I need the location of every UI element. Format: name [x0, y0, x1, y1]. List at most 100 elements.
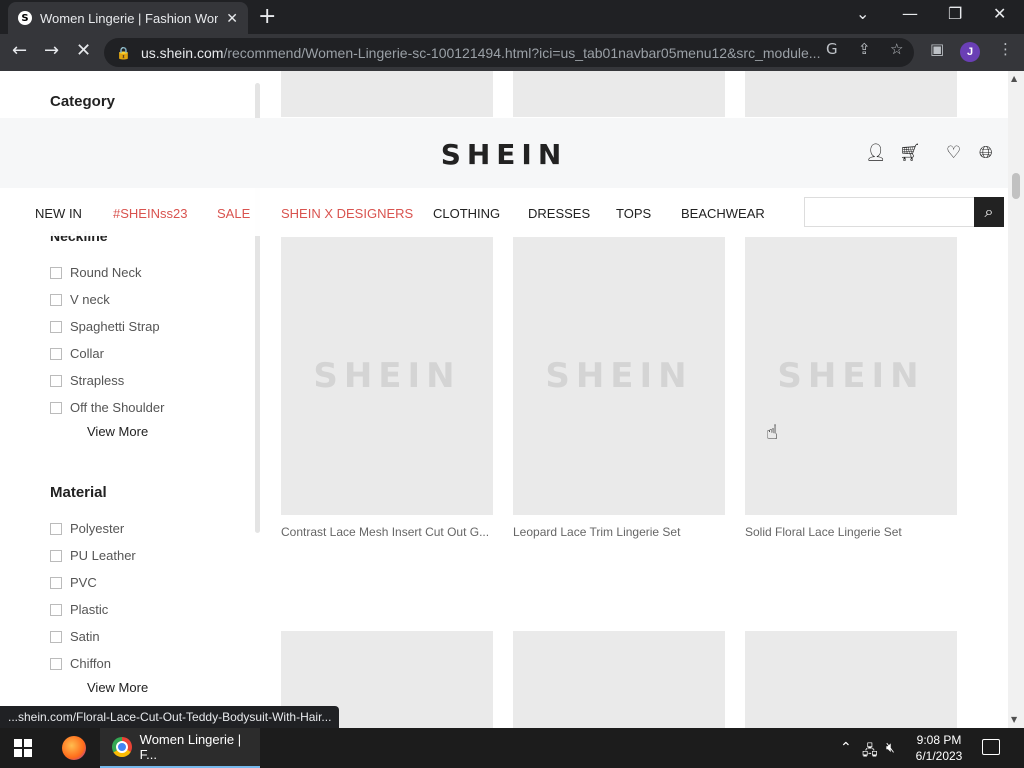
checkbox[interactable] — [50, 603, 62, 616]
page-viewport: Category Neckline Round Neck V neck Spag… — [0, 71, 1008, 728]
link-status-bubble: ...shein.com/Floral-Lace-Cut-Out-Teddy-B… — [0, 706, 340, 728]
window-close-icon[interactable]: ✕ — [993, 4, 1006, 23]
checkbox[interactable] — [50, 549, 62, 562]
wishlist-heart-icon[interactable]: ♡ — [946, 143, 961, 163]
url-host: us.shein.com — [140, 44, 224, 61]
tab-title: Women Lingerie | Fashion Wome — [40, 10, 219, 26]
filter-pvc[interactable]: PVC — [50, 575, 97, 590]
filter-v-neck[interactable]: V neck — [50, 292, 110, 307]
checkbox[interactable] — [50, 293, 62, 306]
filter-round-neck[interactable]: Round Neck — [50, 265, 142, 280]
side-panel-icon[interactable]: ▣ — [930, 40, 944, 58]
volume-muted-icon[interactable]: 🔇︎ — [886, 740, 895, 756]
minimize-icon[interactable]: — — [902, 4, 918, 23]
shein-logo[interactable]: SHEIN — [0, 138, 1008, 171]
share-icon[interactable]: ⇪ — [858, 40, 871, 58]
filter-chiffon[interactable]: Chiffon — [50, 656, 111, 671]
system-clock[interactable]: 9:08 PM 6/1/2023 — [906, 732, 972, 764]
url-path: /recommend/Women-Lingerie-sc-100121494.h… — [223, 44, 821, 61]
category-title[interactable]: Category — [50, 93, 115, 110]
filter-pu-leather[interactable]: PU Leather — [50, 548, 136, 563]
address-bar[interactable]: 🔒 us.shein.com /recommend/Women-Lingerie… — [104, 38, 914, 67]
product-name-link[interactable]: Contrast Lace Mesh Insert Cut Out G... — [281, 525, 493, 539]
scroll-up-icon[interactable]: ▲ — [1011, 74, 1017, 83]
product-image[interactable] — [745, 631, 957, 728]
nav-new-in[interactable]: NEW IN — [35, 206, 82, 221]
product-name-link[interactable]: Solid Floral Lace Lingerie Set — [745, 525, 957, 539]
material-view-more-link[interactable]: View More — [87, 680, 148, 695]
product-image[interactable] — [513, 631, 725, 728]
cart-icon[interactable]: 🛒︎ — [899, 143, 921, 163]
clock-date: 6/1/2023 — [915, 749, 963, 763]
clock-time: 9:08 PM — [916, 733, 962, 747]
filter-satin[interactable]: Satin — [50, 629, 100, 644]
filter-spaghetti-strap[interactable]: Spaghetti Strap — [50, 319, 160, 334]
filter-off-the-shoulder[interactable]: Off the Shoulder — [50, 400, 164, 415]
network-icon[interactable]: 🖧 — [862, 740, 878, 764]
filter-polyester[interactable]: Polyester — [50, 521, 124, 536]
checkbox[interactable] — [50, 374, 62, 387]
browser-menu-icon[interactable]: ⋮ — [998, 40, 1013, 58]
checkbox[interactable] — [50, 401, 62, 414]
chrome-icon — [112, 737, 132, 757]
taskbar-chrome-label: Women Lingerie | F... — [139, 732, 242, 762]
scroll-thumb[interactable] — [1012, 173, 1020, 199]
notification-center-icon[interactable] — [982, 739, 1000, 755]
firefox-icon[interactable] — [62, 736, 86, 760]
checkbox[interactable] — [50, 576, 62, 589]
checkbox[interactable] — [50, 630, 62, 643]
checkbox[interactable] — [50, 320, 62, 333]
new-tab-icon[interactable]: + — [258, 4, 276, 29]
checkbox[interactable] — [50, 266, 62, 279]
shein-placeholder-logo: SHEIN — [313, 356, 461, 396]
globe-icon[interactable]: 🌐︎ — [979, 143, 993, 163]
product-image[interactable]: SHEIN — [745, 237, 957, 515]
google-lens-icon[interactable]: G — [826, 40, 838, 58]
product-image[interactable]: SHEIN — [281, 237, 493, 515]
product-name-link[interactable]: Leopard Lace Trim Lingerie Set — [513, 525, 725, 539]
search-button[interactable]: ⌕ — [974, 197, 1004, 227]
product-image[interactable] — [281, 71, 493, 117]
forward-icon[interactable]: → — [44, 40, 59, 61]
filter-collar[interactable]: Collar — [50, 346, 104, 361]
search-icon: ⌕ — [984, 202, 994, 221]
shein-favicon-icon: S — [18, 11, 32, 25]
tray-chevron-icon[interactable]: ⌃ — [840, 740, 852, 756]
product-image[interactable] — [513, 71, 725, 117]
nav-dresses[interactable]: DRESSES — [528, 206, 590, 221]
neckline-view-more-link[interactable]: View More — [87, 424, 148, 439]
checkbox[interactable] — [50, 522, 62, 535]
stop-loading-icon[interactable]: ✕ — [76, 40, 91, 61]
windows-start-icon[interactable] — [14, 739, 32, 757]
hand-cursor-icon: ☝︎ — [766, 420, 779, 444]
browser-tab[interactable]: S Women Lingerie | Fashion Wome ✕ — [8, 2, 248, 34]
taskbar-chrome-button[interactable]: Women Lingerie | F... — [100, 728, 260, 768]
back-icon[interactable]: ← — [12, 40, 27, 61]
nav-sheinss23[interactable]: #SHEINss23 — [113, 206, 187, 221]
product-image[interactable]: SHEIN — [513, 237, 725, 515]
page-scrollbar[interactable]: ▲ ▼ — [1008, 71, 1024, 728]
browser-tab-strip: S Women Lingerie | Fashion Wome ✕ + ⌄ — … — [0, 0, 1024, 34]
checkbox[interactable] — [50, 347, 62, 360]
bookmark-star-icon[interactable]: ☆ — [890, 40, 903, 58]
filter-plastic[interactable]: Plastic — [50, 602, 108, 617]
filter-strapless[interactable]: Strapless — [50, 373, 124, 388]
nav-beachwear[interactable]: BEACHWEAR — [681, 206, 765, 221]
scroll-down-icon[interactable]: ▼ — [1011, 715, 1017, 724]
shein-placeholder-logo: SHEIN — [777, 356, 925, 396]
nav-clothing[interactable]: CLOTHING — [433, 206, 500, 221]
material-title[interactable]: Material — [50, 484, 107, 501]
profile-avatar[interactable]: J — [960, 42, 980, 62]
product-image[interactable] — [745, 71, 957, 117]
checkbox[interactable] — [50, 657, 62, 670]
tab-search-icon[interactable]: ⌄ — [856, 4, 869, 23]
nav-tops[interactable]: TOPS — [616, 206, 651, 221]
windows-taskbar: Women Lingerie | F... ⌃ 🖧 🔇︎ 9:08 PM 6/1… — [0, 728, 1024, 768]
lock-icon[interactable]: 🔒 — [116, 46, 131, 60]
restore-icon[interactable]: ❐ — [948, 4, 962, 23]
search-input[interactable] — [804, 197, 976, 227]
close-tab-icon[interactable]: ✕ — [226, 10, 238, 27]
nav-sale[interactable]: SALE — [217, 206, 250, 221]
nav-shein-x-designers[interactable]: SHEIN X DESIGNERS — [281, 206, 413, 221]
account-icon[interactable]: 👤︎ — [865, 143, 887, 163]
